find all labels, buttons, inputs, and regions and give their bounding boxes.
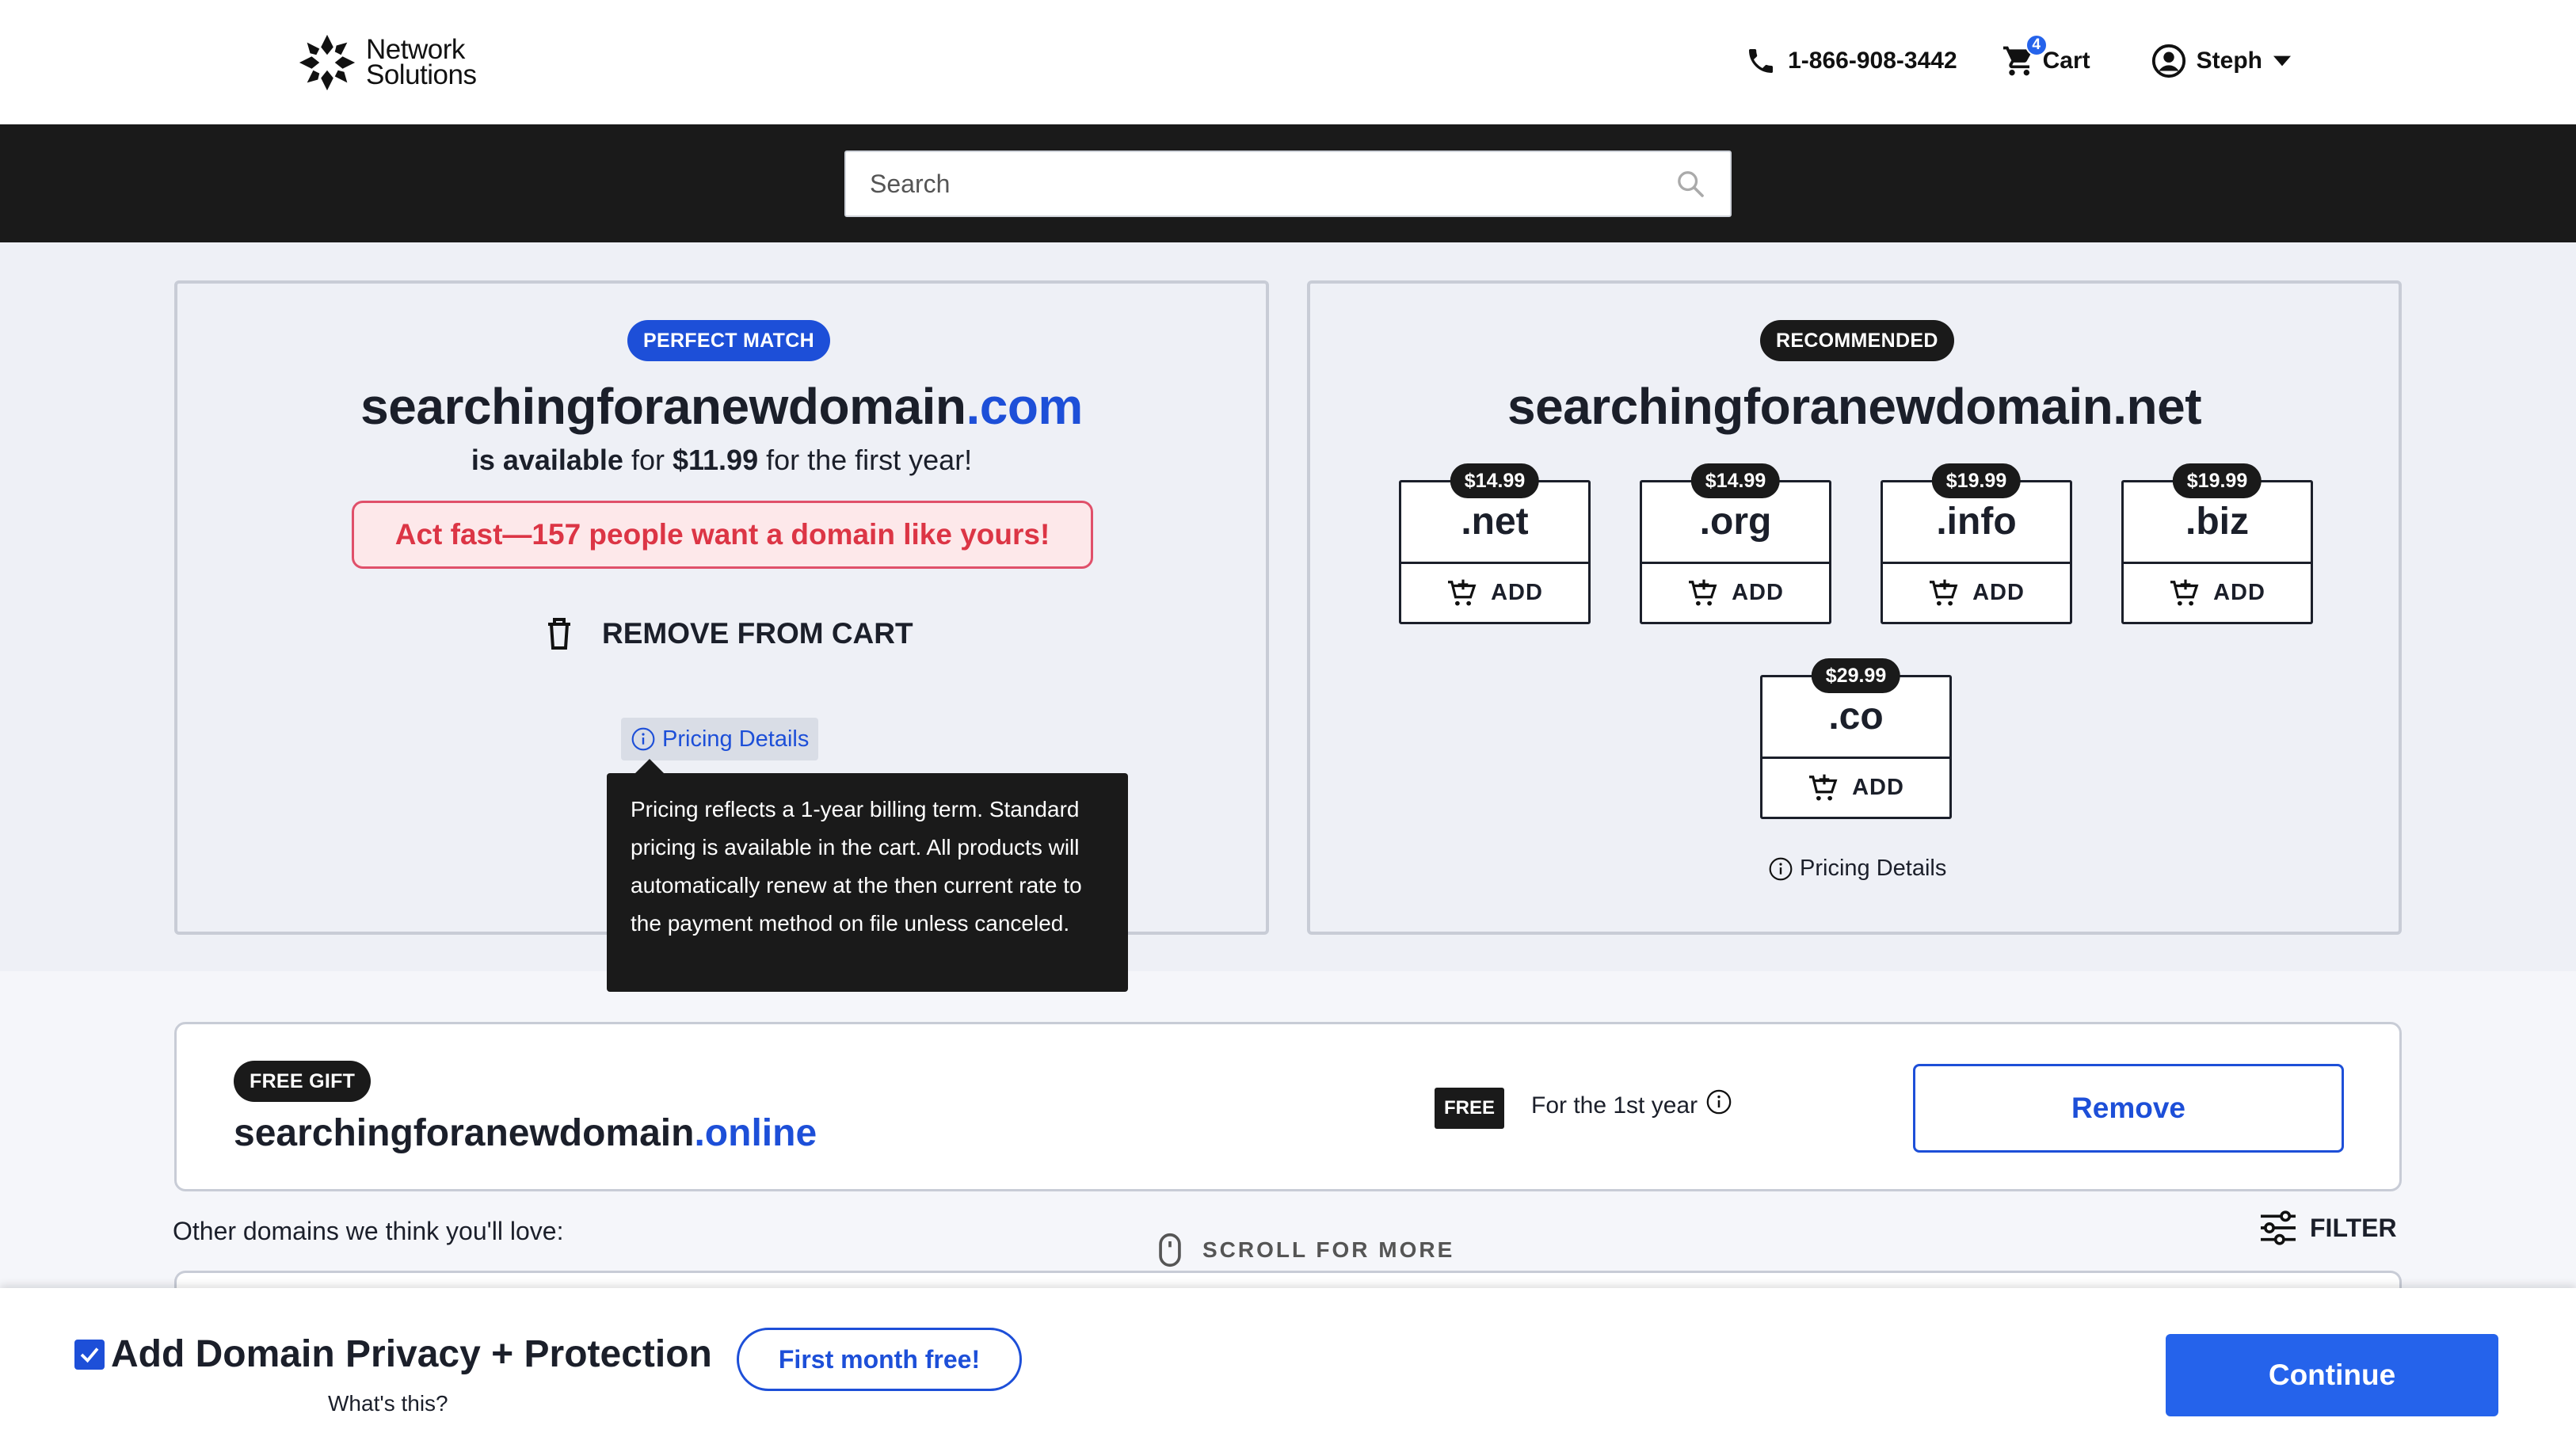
phone-number: 1-866-908-3442 bbox=[1788, 48, 1957, 74]
domain-name: searchingforanewdomain bbox=[360, 378, 966, 435]
search-icon[interactable] bbox=[1675, 168, 1706, 200]
checkout-footer: Add Domain Privacy + Protection What's t… bbox=[0, 1288, 2576, 1456]
add-net-button[interactable]: ADD bbox=[1401, 562, 1588, 622]
cart-count-badge: 4 bbox=[2025, 34, 2048, 56]
trash-icon bbox=[548, 618, 570, 650]
filter-button[interactable]: FILTER bbox=[2259, 1210, 2397, 1245]
pricing-details-label: Pricing Details bbox=[1800, 856, 1947, 881]
mouse-icon bbox=[1159, 1233, 1181, 1267]
tld-name: .co bbox=[1828, 696, 1884, 738]
whats-this-link[interactable]: What's this? bbox=[328, 1391, 448, 1416]
tld-option-org: $14.99 .org ADD bbox=[1640, 463, 1831, 624]
tld-name: .org bbox=[1699, 501, 1772, 543]
phone-link[interactable]: 1-866-908-3442 bbox=[1745, 45, 1957, 77]
logo-line-2: Solutions bbox=[366, 59, 477, 90]
free-term: For the 1st year bbox=[1531, 1089, 1732, 1119]
site-header: Network Solutions 1-866-908-3442 4 Cart … bbox=[0, 0, 2576, 124]
recommended-badge: RECOMMENDED bbox=[1760, 320, 1954, 361]
add-co-button[interactable]: ADD bbox=[1762, 757, 1949, 817]
urgency-banner: Act fast—157 people want a domain like y… bbox=[352, 501, 1093, 569]
first-month-free-button[interactable]: First month free! bbox=[737, 1328, 1022, 1391]
tld-price: $19.99 bbox=[1931, 463, 2022, 498]
add-to-cart-icon bbox=[1448, 579, 1477, 606]
phone-icon bbox=[1749, 49, 1774, 73]
availability-text: is available for $11.99 for the first ye… bbox=[471, 444, 973, 476]
tld-option-biz: $19.99 .biz ADD bbox=[2121, 463, 2313, 624]
recommended-pricing-details[interactable]: Pricing Details bbox=[1768, 856, 1946, 882]
pricing-details-label: Pricing Details bbox=[662, 726, 810, 752]
add-to-cart-icon bbox=[1930, 579, 1958, 606]
pricing-tooltip: Pricing reflects a 1-year billing term. … bbox=[607, 759, 1128, 992]
add-biz-button[interactable]: ADD bbox=[2124, 562, 2311, 622]
tld-name: .info bbox=[1936, 501, 2017, 543]
user-menu[interactable]: Steph bbox=[2151, 43, 2291, 79]
filter-icon bbox=[2261, 1210, 2296, 1245]
user-avatar-icon bbox=[2151, 44, 2185, 78]
cart-link[interactable]: 4 Cart bbox=[2002, 34, 2090, 78]
privacy-label: Add Domain Privacy + Protection bbox=[111, 1333, 712, 1375]
free-tag: FREE bbox=[1435, 1088, 1505, 1129]
free-gift-card: FREE GIFT searchingforanewdomain.online … bbox=[174, 1022, 2402, 1191]
tld-price: $14.99 bbox=[1450, 463, 1540, 498]
tld-option-co: $29.99 .co ADD bbox=[1760, 658, 1952, 819]
scroll-for-more: SCROLL FOR MORE bbox=[1158, 1233, 1454, 1267]
info-icon bbox=[631, 727, 655, 751]
perfect-match-domain: searchingforanewdomain.com bbox=[177, 377, 1266, 436]
remove-from-cart-button[interactable]: REMOVE FROM CART bbox=[545, 616, 913, 651]
privacy-option[interactable]: Add Domain Privacy + Protection bbox=[74, 1332, 712, 1376]
privacy-checkbox[interactable] bbox=[74, 1339, 105, 1370]
pricing-details-button[interactable]: Pricing Details bbox=[621, 718, 819, 760]
search-bar[interactable] bbox=[844, 151, 1732, 217]
remove-gift-button[interactable]: Remove bbox=[1913, 1064, 2344, 1153]
add-to-cart-icon bbox=[1689, 579, 1717, 606]
free-gift-badge: FREE GIFT bbox=[234, 1061, 372, 1102]
gift-domain: searchingforanewdomain.online bbox=[234, 1112, 817, 1154]
chevron-down-icon bbox=[2273, 55, 2291, 67]
remove-from-cart-label: REMOVE FROM CART bbox=[602, 617, 913, 650]
tld-name: .biz bbox=[2185, 501, 2249, 543]
info-icon[interactable] bbox=[1705, 1088, 1732, 1115]
tld-option-net: $14.99 .net ADD bbox=[1399, 463, 1591, 624]
search-input[interactable] bbox=[870, 169, 1675, 199]
tld-name: .net bbox=[1461, 501, 1529, 543]
add-to-cart-icon bbox=[2170, 579, 2199, 606]
recommended-card: RECOMMENDED searchingforanewdomain.net $… bbox=[1307, 280, 2402, 935]
add-to-cart-icon bbox=[1809, 774, 1838, 801]
domain-tld: .com bbox=[966, 378, 1083, 435]
recommended-domain: searchingforanewdomain.net bbox=[1507, 378, 2202, 435]
add-info-button[interactable]: ADD bbox=[1883, 562, 2070, 622]
network-solutions-logo[interactable]: Network Solutions bbox=[296, 32, 477, 93]
add-org-button[interactable]: ADD bbox=[1642, 562, 1829, 622]
perfect-match-badge: PERFECT MATCH bbox=[627, 320, 830, 361]
checkmark-icon bbox=[80, 1347, 99, 1363]
info-icon bbox=[1769, 857, 1793, 880]
cart-label: Cart bbox=[2042, 48, 2090, 74]
continue-button[interactable]: Continue bbox=[2166, 1334, 2498, 1416]
tld-price: $29.99 bbox=[1811, 658, 1901, 693]
user-name: Steph bbox=[2196, 48, 2262, 74]
tld-option-info: $19.99 .info ADD bbox=[1881, 463, 2072, 624]
domain-price: $11.99 bbox=[672, 444, 759, 476]
logo-mark-icon bbox=[299, 34, 356, 91]
other-domains-heading: Other domains we think you'll love: bbox=[173, 1217, 564, 1245]
tld-price: $19.99 bbox=[2172, 463, 2262, 498]
tld-price: $14.99 bbox=[1690, 463, 1781, 498]
